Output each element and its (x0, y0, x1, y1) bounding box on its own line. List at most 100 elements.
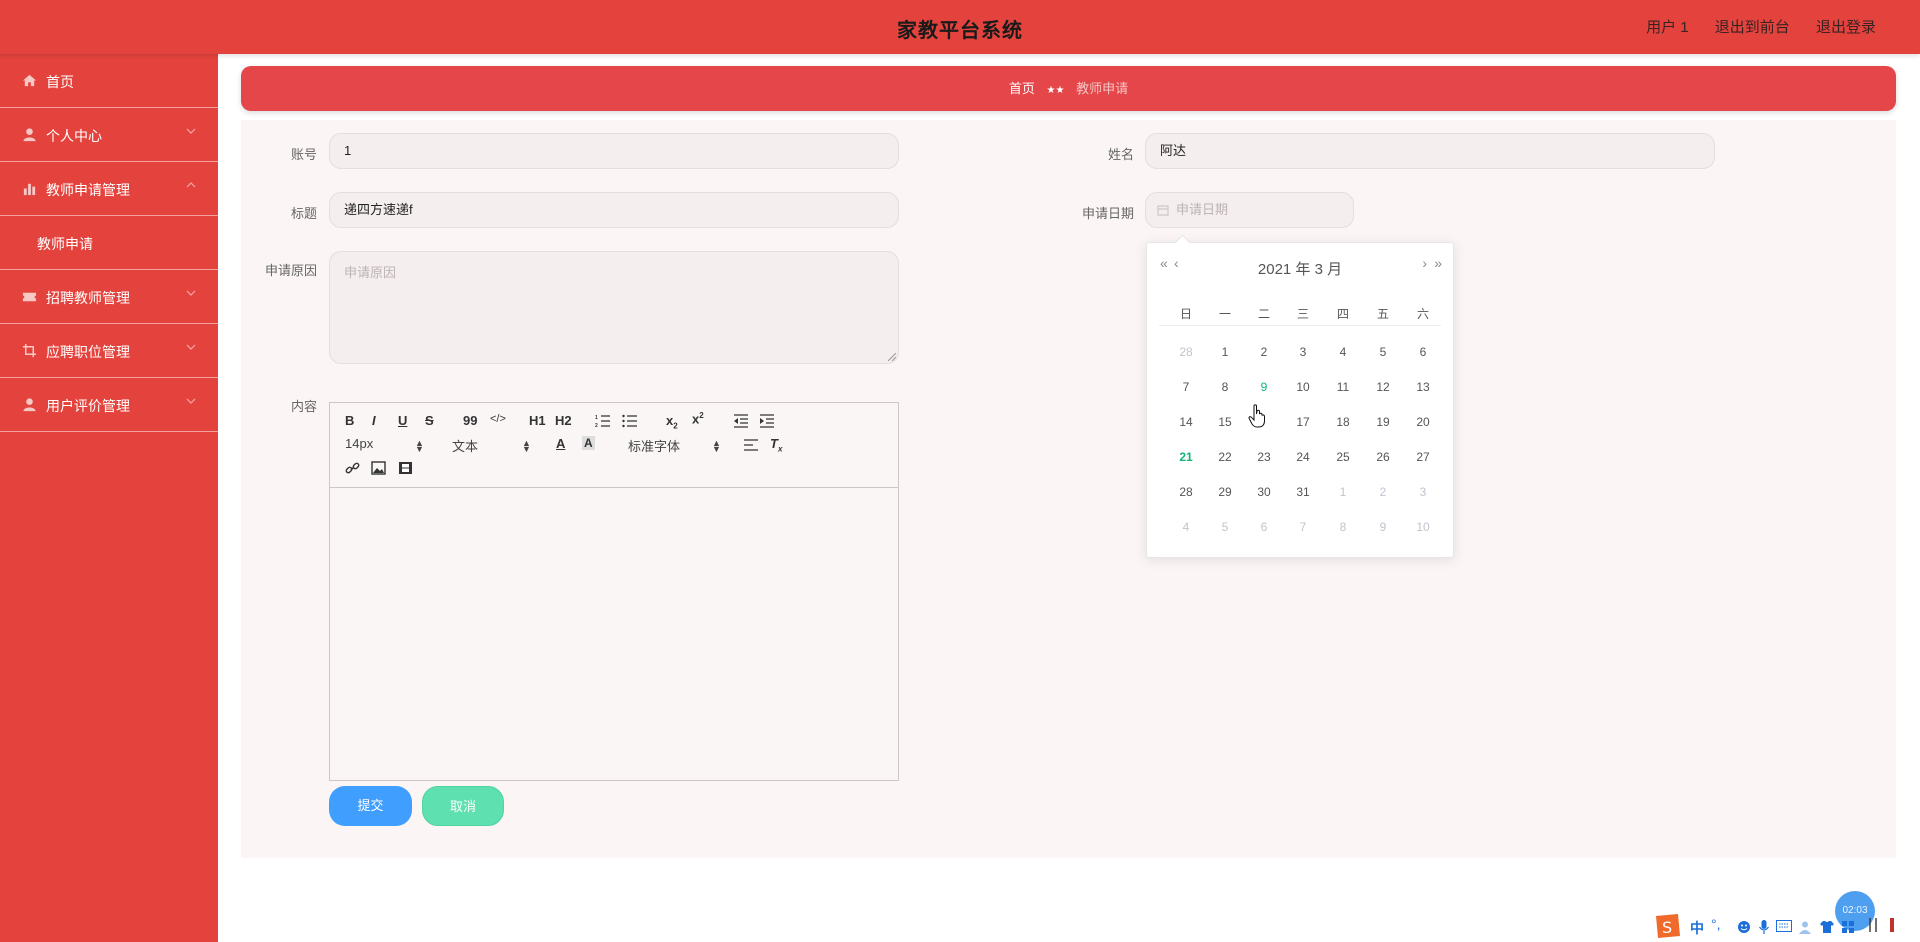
header-select[interactable]: 文本 ▲ ▼ (452, 436, 532, 455)
calendar-day[interactable]: 10 (1283, 380, 1323, 394)
calendar-day-selected[interactable]: 9 (1244, 380, 1284, 394)
calendar-day[interactable]: 6 (1244, 520, 1284, 534)
breadcrumb-separator: ★★ (1046, 85, 1065, 96)
background-color-button[interactable]: A (582, 436, 595, 450)
calendar-day[interactable]: 23 (1244, 450, 1284, 464)
calendar-day[interactable]: 31 (1283, 485, 1323, 499)
calendar-day[interactable]: 30 (1244, 485, 1284, 499)
calendar-day[interactable]: 11 (1323, 380, 1363, 394)
video-icon[interactable] (398, 461, 413, 475)
sogou-ime-icon[interactable]: S (1653, 912, 1683, 940)
calendar-day[interactable]: 19 (1363, 415, 1403, 429)
subscript-button[interactable]: x2 (666, 413, 678, 431)
calendar-day[interactable]: 6 (1403, 345, 1443, 359)
title-input[interactable]: 递四方速递f (329, 192, 899, 228)
calendar-day[interactable]: 27 (1403, 450, 1443, 464)
calendar-day[interactable]: 2 (1363, 485, 1403, 499)
calendar-day[interactable]: 9 (1363, 520, 1403, 534)
sidebar-item-teacher-application-mgmt[interactable]: 教师申请管理 (0, 162, 218, 216)
ime-mode-label[interactable]: 中 (1690, 918, 1704, 938)
calendar-day[interactable]: 20 (1403, 415, 1443, 429)
microphone-icon[interactable] (1758, 919, 1770, 935)
sidebar-item-user-review-mgmt[interactable]: 用户评价管理 (0, 378, 218, 432)
clear-format-button[interactable]: Tx (770, 436, 782, 454)
sidebar-item-recruit-teacher-mgmt[interactable]: 招聘教师管理 (0, 270, 218, 324)
bold-button[interactable]: B (345, 413, 354, 428)
calendar-day[interactable]: 15 (1205, 415, 1245, 429)
ordered-list-icon[interactable]: 12 (595, 414, 611, 428)
user-menu-link[interactable]: 用户 1 (1646, 19, 1689, 36)
header-1-button[interactable]: H1 (529, 413, 546, 428)
sidebar-item-personal-center[interactable]: 个人中心 (0, 108, 218, 162)
calendar-day[interactable]: 18 (1323, 415, 1363, 429)
strike-button[interactable]: S (425, 413, 434, 428)
breadcrumb-home[interactable]: 首页 (1009, 81, 1035, 96)
name-input[interactable]: 阿达 (1145, 133, 1715, 169)
font-family-select[interactable]: 标准字体 ▲ ▼ (628, 436, 721, 455)
back-to-frontend-link[interactable]: 退出到前台 (1715, 19, 1790, 36)
submit-button[interactable]: 提交 (329, 786, 412, 826)
calendar-day[interactable]: 8 (1323, 520, 1363, 534)
italic-button[interactable]: I (372, 413, 376, 428)
date-picker-input[interactable]: 申请日期 (1145, 192, 1354, 228)
next-month-button[interactable]: › (1422, 255, 1426, 271)
media-controls-icon[interactable] (1867, 912, 1895, 938)
font-size-select[interactable]: 14px ▲ ▼ (345, 436, 425, 454)
calendar-day[interactable]: 5 (1363, 345, 1403, 359)
editor-content-area[interactable] (330, 487, 898, 780)
toolbox-icon[interactable] (1841, 920, 1855, 934)
calendar-day[interactable]: 1 (1323, 485, 1363, 499)
reason-textarea[interactable]: 申请原因 (329, 251, 899, 364)
indent-icon[interactable] (759, 414, 775, 428)
account-input[interactable]: 1 (329, 133, 899, 169)
user-avatar-icon[interactable] (1798, 920, 1812, 934)
sidebar-item-applied-position-mgmt[interactable]: 应聘职位管理 (0, 324, 218, 378)
calendar-day[interactable]: 26 (1363, 450, 1403, 464)
header-2-button[interactable]: H2 (555, 413, 572, 428)
calendar-day[interactable]: 4 (1166, 520, 1206, 534)
calendar-day[interactable]: 8 (1205, 380, 1245, 394)
font-color-button[interactable]: A (556, 436, 565, 451)
outdent-icon[interactable] (733, 414, 749, 428)
image-icon[interactable] (371, 461, 386, 475)
calendar-month-year[interactable]: 2021 年 3 月 (1147, 258, 1453, 279)
calendar-day[interactable]: 24 (1283, 450, 1323, 464)
calendar-day[interactable]: 14 (1166, 415, 1206, 429)
calendar-day[interactable]: 28 (1166, 345, 1206, 359)
blockquote-button[interactable]: 99 (463, 413, 477, 428)
calendar-day-today[interactable]: 21 (1166, 450, 1206, 464)
calendar-day[interactable]: 7 (1283, 520, 1323, 534)
calendar-day[interactable]: 12 (1363, 380, 1403, 394)
calendar-day[interactable]: 28 (1166, 485, 1206, 499)
calendar-day[interactable]: 3 (1403, 485, 1443, 499)
bullet-list-icon[interactable] (622, 414, 638, 428)
cancel-button[interactable]: 取消 (422, 786, 504, 826)
underline-button[interactable]: U (398, 413, 407, 428)
superscript-button[interactable]: x2 (692, 411, 704, 426)
sidebar-item-home[interactable]: 首页 (0, 54, 218, 108)
calendar-day[interactable]: 25 (1323, 450, 1363, 464)
next-year-button[interactable]: » (1434, 255, 1442, 271)
code-block-button[interactable]: </> (490, 413, 506, 425)
calendar-day[interactable]: 13 (1403, 380, 1443, 394)
calendar-day[interactable]: 7 (1166, 380, 1206, 394)
calendar-day[interactable]: 29 (1205, 485, 1245, 499)
emoji-icon[interactable] (1737, 920, 1751, 934)
logout-link[interactable]: 退出登录 (1816, 19, 1876, 36)
calendar-day[interactable]: 4 (1323, 345, 1363, 359)
calendar-day[interactable]: 17 (1283, 415, 1323, 429)
calendar-day[interactable]: 1 (1205, 345, 1245, 359)
date-label: 申请日期 (1081, 206, 1134, 221)
calendar-day[interactable]: 22 (1205, 450, 1245, 464)
keyboard-icon[interactable] (1776, 920, 1792, 932)
calendar-day[interactable]: 3 (1283, 345, 1323, 359)
resize-grip-icon[interactable] (888, 353, 896, 361)
punctuation-icon[interactable]: °, (1711, 916, 1721, 932)
calendar-day[interactable]: 2 (1244, 345, 1284, 359)
link-icon[interactable] (345, 461, 360, 476)
align-icon[interactable] (743, 438, 759, 452)
skin-icon[interactable] (1819, 920, 1835, 934)
sidebar-item-teacher-application[interactable]: 教师申请 (0, 216, 218, 270)
calendar-day[interactable]: 5 (1205, 520, 1245, 534)
calendar-day[interactable]: 10 (1403, 520, 1443, 534)
